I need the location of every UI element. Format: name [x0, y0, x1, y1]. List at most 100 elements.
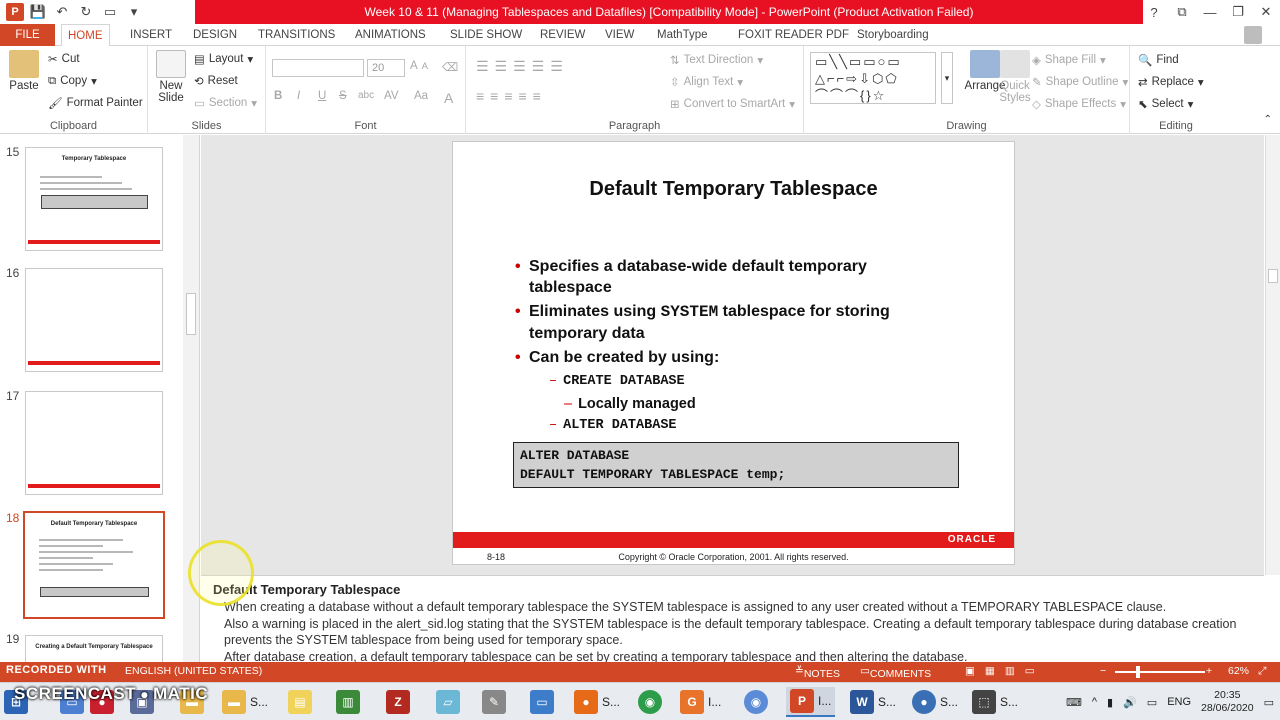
current-slide[interactable]: Default Temporary Tablespace Specifies a…	[452, 141, 1015, 565]
format-painter-button[interactable]: 🖌 Format Painter	[48, 96, 143, 110]
change-case-button[interactable]: Aa	[414, 90, 428, 102]
bold-button[interactable]: B	[274, 90, 282, 102]
volume-icon[interactable]: 🔊	[1123, 696, 1137, 709]
slide-thumbnail[interactable]: Temporary Tablespace	[25, 147, 163, 251]
zoom-slider-thumb[interactable]	[1136, 666, 1140, 678]
taskbar-app[interactable]: Z	[386, 687, 410, 717]
replace-button[interactable]: ⇄ Replace ▾	[1138, 75, 1204, 89]
tab-home[interactable]: HOME	[61, 24, 110, 47]
copy-button[interactable]: ⧉ Copy ▾	[48, 74, 97, 89]
taskbar-app[interactable]: ▱	[436, 687, 460, 717]
help-button[interactable]: ?	[1140, 0, 1168, 24]
zoom-level[interactable]: 62%	[1228, 665, 1249, 677]
minimize-button[interactable]: —	[1196, 0, 1224, 24]
slide-title[interactable]: Default Temporary Tablespace	[453, 178, 1014, 201]
taskbar-app[interactable]: ✎	[482, 687, 506, 717]
font-color-button[interactable]: A	[444, 90, 453, 106]
battery-icon[interactable]: ▭	[1147, 696, 1157, 709]
notifications-icon[interactable]: ▭	[1264, 696, 1274, 709]
collapse-ribbon-icon[interactable]: ⌃	[1264, 114, 1272, 125]
taskbar-app[interactable]: ▤	[288, 687, 312, 717]
font-grow-icon[interactable]: AA	[410, 60, 428, 72]
taskbar-app[interactable]: ● S...	[574, 687, 620, 717]
shapes-gallery[interactable]: ▭╲╲▭▭○▭ △⌐⌐⇨⇩⬡⬠ ⌒⌒⌒{}☆	[810, 52, 936, 104]
slide-thumbnail[interactable]	[25, 391, 163, 495]
notes-button[interactable]: ≚ NOTES	[795, 665, 840, 680]
underline-button[interactable]: U	[318, 90, 326, 102]
tab-slide-show[interactable]: SLIDE SHOW	[444, 24, 528, 46]
undo-icon[interactable]: ↶	[52, 2, 72, 22]
language-status[interactable]: ENGLISH (UNITED STATES)	[125, 665, 262, 677]
speaker-notes[interactable]: Default Temporary Tablespace When creati…	[201, 575, 1264, 662]
tab-foxit-reader-pdf[interactable]: FOXIT READER PDF	[732, 24, 855, 46]
taskbar-app[interactable]: ◉	[744, 687, 768, 717]
network-icon[interactable]: ▮	[1107, 696, 1113, 709]
redo-icon[interactable]: ↻	[76, 2, 96, 22]
slide-scrollbar-thumb[interactable]	[1268, 269, 1278, 283]
find-button[interactable]: 🔍 Find	[1138, 53, 1179, 67]
shape-fill-button[interactable]: ◈ Shape Fill ▾	[1032, 53, 1106, 67]
tab-transitions[interactable]: TRANSITIONS	[252, 24, 341, 46]
show-hidden-icons-icon[interactable]: ^	[1092, 696, 1097, 708]
thumbnail-scrollbar-thumb[interactable]	[186, 293, 196, 335]
comments-button[interactable]: ▭ COMMENTS	[860, 665, 931, 680]
layout-button[interactable]: ▤ Layout ▾	[194, 52, 253, 66]
customize-qat-icon[interactable]: ▾	[124, 2, 144, 22]
slide-bullet-list[interactable]: Specifies a database-wide default tempor…	[515, 256, 935, 437]
zoom-in-button[interactable]: +	[1206, 665, 1212, 677]
tab-file[interactable]: FILE	[0, 24, 55, 46]
zoom-slider[interactable]	[1115, 671, 1205, 673]
start-slideshow-icon[interactable]: ▭	[100, 2, 120, 22]
taskbar-app[interactable]: ▬ S...	[222, 687, 268, 717]
clock[interactable]: 20:35 28/06/2020	[1201, 689, 1254, 715]
view-buttons-icon[interactable]: ▣▦▥▭	[965, 665, 1045, 677]
taskbar-app[interactable]: G I...	[680, 687, 721, 717]
align-text-button[interactable]: ⇳ Align Text ▾	[670, 75, 743, 89]
slide-thumbnail-selected[interactable]: Default Temporary Tablespace	[23, 511, 165, 619]
convert-smartart-button[interactable]: ⊞ Convert to SmartArt ▾	[670, 97, 795, 111]
italic-button[interactable]: I	[297, 90, 300, 102]
tab-design[interactable]: DESIGN	[187, 24, 243, 46]
select-button[interactable]: ⬉ Select ▾	[1138, 97, 1193, 111]
close-button[interactable]: ✕	[1252, 0, 1280, 24]
slide-thumbnail[interactable]	[25, 268, 163, 372]
ribbon-display-options-button[interactable]: ⧉	[1168, 0, 1196, 24]
shape-effects-button[interactable]: ◇ Shape Effects ▾	[1032, 97, 1126, 111]
text-direction-button[interactable]: ⇅ Text Direction ▾	[670, 53, 763, 67]
user-avatar[interactable]	[1244, 26, 1262, 44]
fit-slide-icon[interactable]: ⤢	[1258, 665, 1266, 678]
font-size-input[interactable]: 20	[367, 59, 405, 77]
tab-review[interactable]: REVIEW	[534, 24, 591, 46]
taskbar-app[interactable]: ⬚ S...	[972, 687, 1018, 717]
code-block[interactable]: ALTER DATABASE DEFAULT TEMPORARY TABLESP…	[513, 442, 959, 488]
list-buttons-icon[interactable]: ☰☰☰☰☰	[476, 58, 569, 75]
input-language[interactable]: ENG	[1167, 696, 1191, 708]
taskbar-app[interactable]: W S...	[850, 687, 896, 717]
shadow-button[interactable]: abc	[358, 90, 374, 101]
section-button[interactable]: ▭ Section ▾	[194, 96, 257, 110]
save-icon[interactable]: 💾	[28, 2, 48, 22]
taskbar-app[interactable]: ▥	[336, 687, 360, 717]
tab-animations[interactable]: ANIMATIONS	[349, 24, 432, 46]
paste-button[interactable]: Paste	[6, 50, 42, 92]
shapes-gallery-more-icon[interactable]: ▾	[941, 52, 953, 104]
tab-view[interactable]: VIEW	[599, 24, 640, 46]
zoom-out-button[interactable]: −	[1100, 665, 1106, 677]
alignment-buttons-icon[interactable]: ≡≡≡≡≡	[476, 88, 547, 104]
new-slide-button[interactable]: New Slide	[154, 50, 188, 104]
taskbar-app[interactable]: ◉	[638, 687, 662, 717]
tab-mathtype[interactable]: MathType	[651, 24, 714, 46]
reset-button[interactable]: ⟲ Reset	[194, 74, 238, 88]
slide-scrollbar[interactable]	[1265, 135, 1280, 575]
keyboard-icon[interactable]: ⌨	[1066, 696, 1082, 709]
character-spacing-button[interactable]: AV	[384, 90, 399, 102]
tab-storyboarding[interactable]: Storyboarding	[851, 24, 935, 46]
shape-outline-button[interactable]: ✎ Shape Outline ▾	[1032, 75, 1128, 89]
slide-thumbnail[interactable]: Creating a Default Temporary Tablespace	[25, 635, 163, 662]
cut-button[interactable]: ✂ Cut	[48, 52, 80, 66]
taskbar-app-powerpoint[interactable]: P I...	[786, 687, 836, 717]
taskbar-app[interactable]: ● S...	[912, 687, 958, 717]
font-name-input[interactable]	[272, 59, 364, 77]
strikethrough-button[interactable]: S	[339, 90, 347, 102]
clear-formatting-icon[interactable]: ⌫	[442, 60, 458, 74]
